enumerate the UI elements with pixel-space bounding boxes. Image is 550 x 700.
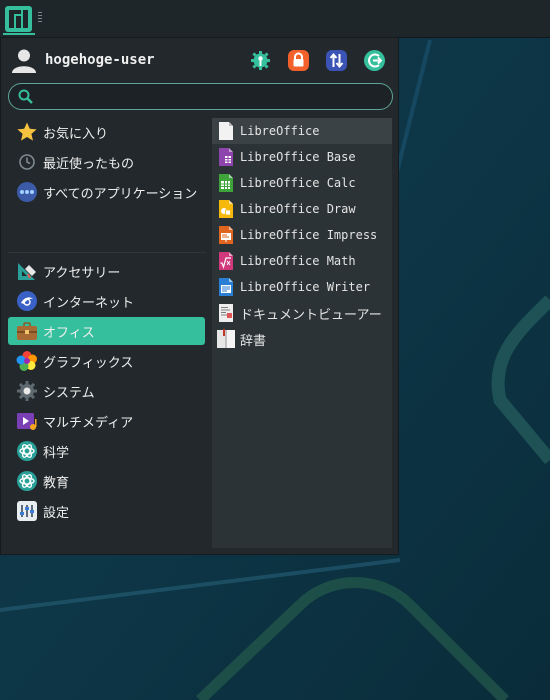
app-libreoffice-draw[interactable]: LibreOffice Draw [212,196,392,222]
multimedia-icon [16,410,38,432]
category-label: すべてのアプリケーション [43,186,198,202]
taskbar [0,0,550,38]
app-libreoffice[interactable]: LibreOffice [212,118,392,144]
category-label: インターネット [43,295,135,311]
clock-icon [16,151,38,173]
app-label: LibreOffice Base [240,150,356,164]
category-accessories[interactable]: アクセサリー [8,257,205,285]
category-separator [8,252,206,253]
settings-icon [16,500,38,522]
libreoffice-math-icon [219,252,233,270]
dictionary-icon [217,329,235,348]
category-system[interactable]: システム [8,377,205,405]
app-label: ドキュメントビューアー [240,307,382,323]
globe-icon [16,290,38,312]
settings-gear-icon [251,51,270,70]
category-list: お気に入り 最近使ったもの すべてのアプリケーション アクセサリー インターネッ… [8,118,206,548]
briefcase-icon [16,320,38,342]
category-label: お気に入り [43,126,109,142]
app-menu-button[interactable] [3,3,35,35]
user-avatar-icon [12,49,36,73]
accessories-icon [16,260,38,282]
app-libreoffice-calc[interactable]: LibreOffice Calc [212,170,392,196]
app-libreoffice-writer[interactable]: LibreOffice Writer [212,274,392,300]
app-document-viewer[interactable]: ドキュメントビューアー [212,300,392,326]
category-label: アクセサリー [43,265,121,281]
category-label: マルチメディア [43,415,134,431]
settings-manager-button[interactable] [250,50,271,71]
application-list: LibreOffice LibreOffice Base LibreOffice… [212,118,392,548]
whisker-menu: hogehoge-user お気に入り 最近使ったもの すべてのアプリケーション… [0,37,399,555]
search-box[interactable] [8,83,393,110]
libreoffice-writer-icon [219,278,233,296]
category-label: 設定 [43,505,70,521]
lock-icon [293,52,304,67]
search-icon [18,89,33,104]
log-out-icon [368,53,383,68]
education-icon [16,470,38,492]
category-all-applications[interactable]: すべてのアプリケーション [8,178,205,206]
category-graphics[interactable]: グラフィックス [8,347,205,375]
panel-drag-handle[interactable] [38,12,42,24]
category-label: 教育 [43,475,70,491]
category-favorites[interactable]: お気に入り [8,118,205,146]
app-label: LibreOffice Impress [240,228,378,242]
category-internet[interactable]: インターネット [8,287,205,315]
category-label: 科学 [43,445,70,461]
app-libreoffice-math[interactable]: LibreOffice Math [212,248,392,274]
category-science[interactable]: 科学 [8,437,205,465]
category-recently-used[interactable]: 最近使ったもの [8,148,205,176]
document-viewer-icon [219,304,233,322]
libreoffice-calc-icon [219,174,233,192]
system-gear-icon [16,380,38,402]
category-settings[interactable]: 設定 [8,497,205,525]
category-multimedia[interactable]: マルチメディア [8,407,205,435]
app-label: LibreOffice Writer [240,280,371,294]
app-label: LibreOffice Math [240,254,356,268]
search-input[interactable] [39,87,383,108]
app-label: LibreOffice Draw [240,202,356,216]
star-icon [16,121,38,143]
category-label: オフィス [43,325,95,341]
category-education[interactable]: 教育 [8,467,205,495]
app-label: LibreOffice [240,124,320,138]
category-label: 最近使ったもの [43,156,135,172]
science-icon [16,440,38,462]
user-name: hogehoge-user [45,52,155,68]
app-libreoffice-base[interactable]: LibreOffice Base [212,144,392,170]
libreoffice-icon [219,122,233,140]
switch-arrows-icon [329,52,344,69]
graphics-icon [16,350,38,372]
libreoffice-draw-icon [219,200,233,218]
app-label: LibreOffice Calc [240,176,356,190]
app-libreoffice-impress[interactable]: LibreOffice Impress [212,222,392,248]
category-label: システム [43,385,95,401]
app-dictionary[interactable]: 辞書 [212,326,392,352]
libreoffice-base-icon [219,148,233,166]
switch-user-button[interactable] [326,50,347,71]
category-office[interactable]: オフィス [8,317,205,345]
dots-icon [16,181,38,203]
category-label: グラフィックス [43,355,134,371]
manjaro-logo-icon [5,6,32,32]
app-label: 辞書 [240,333,267,349]
libreoffice-impress-icon [219,226,233,244]
log-out-button[interactable] [364,50,385,71]
lock-screen-button[interactable] [288,50,309,71]
